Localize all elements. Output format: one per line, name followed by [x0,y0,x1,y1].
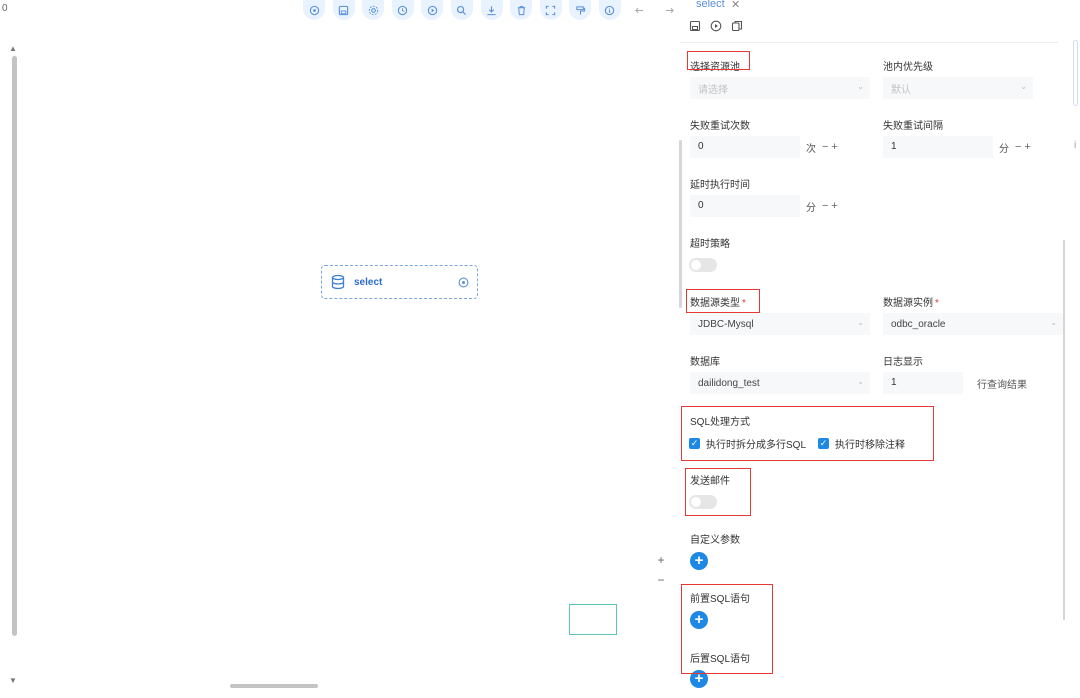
stepper-controls[interactable]: −+ [1015,141,1034,153]
corner-glyph: 0 [2,3,8,14]
save-icon[interactable] [689,20,701,32]
custom-params-label: 自定义参数 [690,535,740,546]
highlight-box [681,406,934,461]
node-info-icon[interactable] [458,277,469,288]
pool-priority-placeholder: 默认 [891,84,911,96]
save-icon[interactable] [332,0,355,20]
datasource-instance-label: 数据源实例 * [883,294,939,309]
stepper-controls[interactable]: −+ [822,200,841,212]
drawer-divider [680,42,1058,43]
timeout-toggle[interactable] [689,258,717,272]
datasource-type-select[interactable]: JDBC-Mysql ⌄ [690,313,870,335]
database-icon [331,274,345,290]
info-icon[interactable] [598,0,621,20]
retry-interval-stepper[interactable]: 1 分 −+ [883,136,1034,158]
chevron-down-icon: ⌄ [857,318,864,327]
retry-count-label: 失败重试次数 [690,121,750,132]
locate-icon[interactable] [303,0,325,20]
clock-icon[interactable] [391,0,414,20]
close-icon[interactable]: ✕ [731,0,740,11]
retry-count-value[interactable]: 0 [690,136,800,158]
edge-panel-text: i [1074,140,1077,151]
timeout-label: 超时策略 [690,239,730,250]
delay-label: 延时执行时间 [690,180,750,191]
retry-interval-unit: 分 [999,143,1009,155]
resource-pool-placeholder: 请选择 [698,84,728,96]
highlight-box [685,468,751,516]
task-node-label: select [354,276,383,288]
chevron-down-icon: ⌄ [857,82,864,91]
canvas-toolbar [303,0,688,20]
app-root: 0 ▲ ▼ select + − i select ✕ 选择资源池 请选择 ⌄ … [0,0,1080,698]
chevron-down-icon: ⌄ [857,377,864,386]
zoom-out-button[interactable]: − [653,572,669,588]
undo-icon[interactable] [629,0,651,20]
scroll-up-arrow[interactable]: ▲ [9,44,17,53]
delay-unit: 分 [806,202,816,214]
retry-count-unit: 次 [806,143,816,155]
delay-value[interactable]: 0 [690,195,800,217]
delay-stepper[interactable]: 0 分 −+ [690,195,841,217]
log-display-suffix: 行查询结果 [977,379,1027,391]
datasource-instance-select[interactable]: odbc_oracle ⌄ [883,313,1063,335]
highlight-box [687,51,750,70]
settings-icon[interactable] [362,0,385,20]
database-value: dailidong_test [698,377,760,389]
highlight-box [686,289,760,313]
vertical-scroll-thumb[interactable] [12,56,17,636]
play-icon[interactable] [421,0,444,20]
minimap[interactable] [569,604,617,635]
resource-pool-select[interactable]: 请选择 ⌄ [690,77,870,99]
copy-icon[interactable] [731,20,743,32]
edge-panel-handle[interactable] [1073,40,1078,106]
workflow-canvas[interactable]: 0 ▲ ▼ select + − [0,0,676,698]
run-icon[interactable] [710,20,722,32]
zoom-in-button[interactable]: + [653,552,669,568]
delete-icon[interactable] [510,0,533,20]
retry-interval-label: 失败重试间隔 [883,121,943,132]
datasource-type-value: JDBC-Mysql [698,318,754,330]
drawer-right-scrollbar[interactable] [1063,240,1065,620]
pool-priority-label: 池内优先级 [883,62,933,73]
drawer-tab-title[interactable]: select [696,0,725,10]
scroll-down-arrow[interactable]: ▼ [9,676,17,685]
fullscreen-icon[interactable] [539,0,562,20]
drawer-action-icons [689,20,752,32]
datasource-instance-label-text: 数据源实例 [883,298,933,309]
format-icon[interactable] [569,0,592,20]
download-icon[interactable] [480,0,503,20]
add-custom-param-button[interactable]: + [690,552,708,570]
horizontal-scroll-thumb[interactable] [230,684,318,688]
task-node-select[interactable]: select [321,265,478,299]
datasource-instance-value: odbc_oracle [891,318,946,330]
chevron-down-icon: ⌄ [1020,82,1027,91]
database-label: 数据库 [690,357,720,368]
chevron-down-icon: ⌄ [1050,318,1057,327]
stepper-controls[interactable]: −+ [822,141,841,153]
database-select[interactable]: dailidong_test ⌄ [690,372,870,394]
retry-interval-value[interactable]: 1 [883,136,993,158]
highlight-box [681,584,773,674]
retry-count-stepper[interactable]: 0 次 −+ [690,136,841,158]
pool-priority-select[interactable]: 默认 ⌄ [883,77,1033,99]
drawer-left-scrollbar[interactable] [679,140,682,308]
log-display-value[interactable]: 1 [883,372,963,394]
search-icon[interactable] [450,0,473,20]
log-display-input[interactable]: 1 行查询结果 [883,372,1027,394]
required-mark: * [935,298,939,309]
log-display-label: 日志显示 [883,357,923,368]
